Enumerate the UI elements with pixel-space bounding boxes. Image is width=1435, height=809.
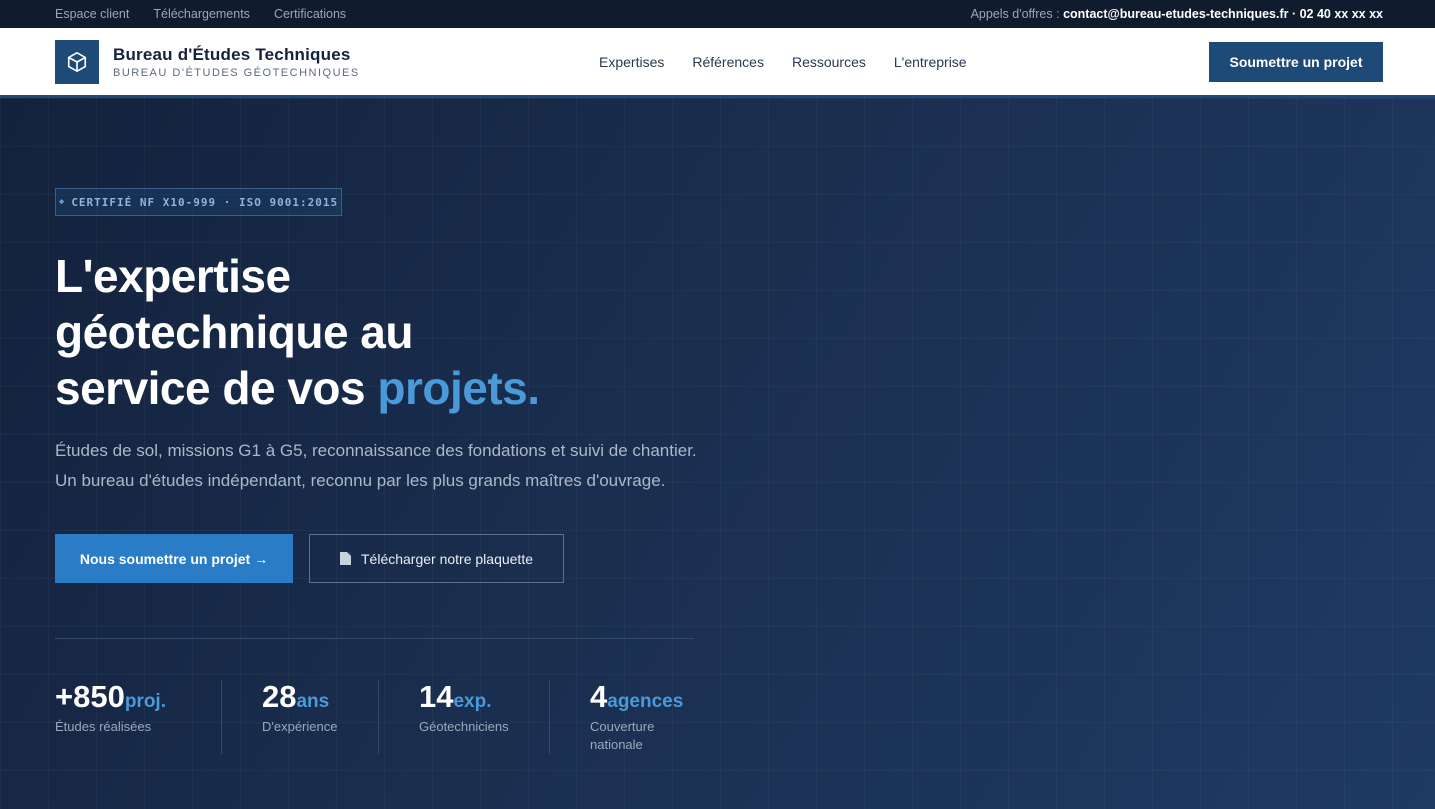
nav-references[interactable]: Références: [692, 54, 764, 70]
stat-unit: exp.: [453, 691, 492, 712]
link-espace-client[interactable]: Espace client: [55, 7, 129, 21]
submit-project-primary-button[interactable]: Nous soumettre un projet →: [55, 534, 293, 583]
link-certifications[interactable]: Certifications: [274, 7, 346, 21]
download-brochure-button[interactable]: Télécharger notre plaquette: [309, 534, 564, 583]
stat-value: +850: [55, 679, 125, 714]
contact-prefix: Appels d'offres :: [970, 7, 1064, 21]
stat-unit: ans: [296, 691, 330, 712]
brand[interactable]: Bureau d'Études Techniques BUREAU D'ÉTUD…: [55, 39, 515, 84]
title-line-3: service de vos: [55, 362, 378, 414]
stat-value-line: 14exp.: [419, 680, 509, 714]
title-line-1: L'expertise: [55, 250, 291, 302]
title-line-2: géotechnique au: [55, 306, 413, 358]
stat-unit: proj.: [124, 691, 166, 712]
main-nav: Expertises Références Ressources L'entre…: [599, 54, 967, 70]
stat-value-line: 28ans: [262, 680, 338, 714]
document-icon: [340, 552, 351, 565]
stat-label: Couverture nationale: [590, 719, 655, 752]
stat-agencies: 4agences Couverture nationale: [549, 680, 695, 754]
diamond-icon: ◆: [58, 197, 66, 207]
stat-value: 14: [419, 679, 454, 714]
stat-label: Géotechniciens: [419, 719, 509, 734]
nav-ressources[interactable]: Ressources: [792, 54, 866, 70]
stats-row: +850proj. Études réalisées 28ans D'expér…: [55, 680, 695, 754]
stat-label: Études réalisées: [55, 719, 152, 734]
hero-divider: [55, 638, 694, 639]
tender-contact: Appels d'offres : contact@bureau-etudes-…: [971, 7, 1383, 21]
stat-value-line: +850proj.: [55, 680, 181, 714]
stat-label: D'expérience: [262, 719, 338, 734]
brand-subtitle: BUREAU D'ÉTUDES GÉOTECHNIQUES: [113, 66, 360, 79]
stat-projects: +850proj. Études réalisées: [55, 680, 221, 754]
stat-years: 28ans D'expérience: [221, 680, 378, 754]
cube-logo-icon: [55, 39, 99, 84]
link-telechargements[interactable]: Téléchargements: [153, 7, 250, 21]
brand-text: Bureau d'Études Techniques BUREAU D'ÉTUD…: [113, 45, 360, 79]
brand-name: Bureau d'Études Techniques: [113, 44, 351, 64]
download-brochure-label: Télécharger notre plaquette: [361, 550, 533, 567]
stat-unit: agences: [607, 691, 684, 712]
badge-text: CERTIFIÉ NF X10-999 · ISO 9001:2015: [71, 195, 339, 209]
title-accent: projets.: [377, 362, 540, 414]
stat-value-line: 4agences: [590, 680, 695, 714]
site-header: Bureau d'Études Techniques BUREAU D'ÉTUD…: [0, 28, 1435, 98]
nav-expertises[interactable]: Expertises: [599, 54, 664, 70]
stat-experts: 14exp. Géotechniciens: [378, 680, 549, 754]
hero-section: ◆ CERTIFIÉ NF X10-999 · ISO 9001:2015 L'…: [0, 98, 1435, 809]
utility-links: Espace client Téléchargements Certificat…: [55, 7, 346, 21]
certification-badge: ◆ CERTIFIÉ NF X10-999 · ISO 9001:2015: [55, 188, 342, 216]
hero-lead: Études de sol, missions G1 à G5, reconna…: [55, 441, 697, 490]
hero-title: L'expertise géotechnique au service de v…: [55, 248, 695, 416]
nav-entreprise[interactable]: L'entreprise: [894, 54, 967, 70]
stat-value: 4: [590, 679, 608, 714]
utility-bar: Espace client Téléchargements Certificat…: [0, 0, 1435, 28]
contact-value[interactable]: contact@bureau-etudes-techniques.fr · 02…: [1063, 7, 1383, 21]
submit-project-button[interactable]: Soumettre un projet: [1209, 41, 1383, 82]
stat-value: 28: [262, 679, 297, 714]
